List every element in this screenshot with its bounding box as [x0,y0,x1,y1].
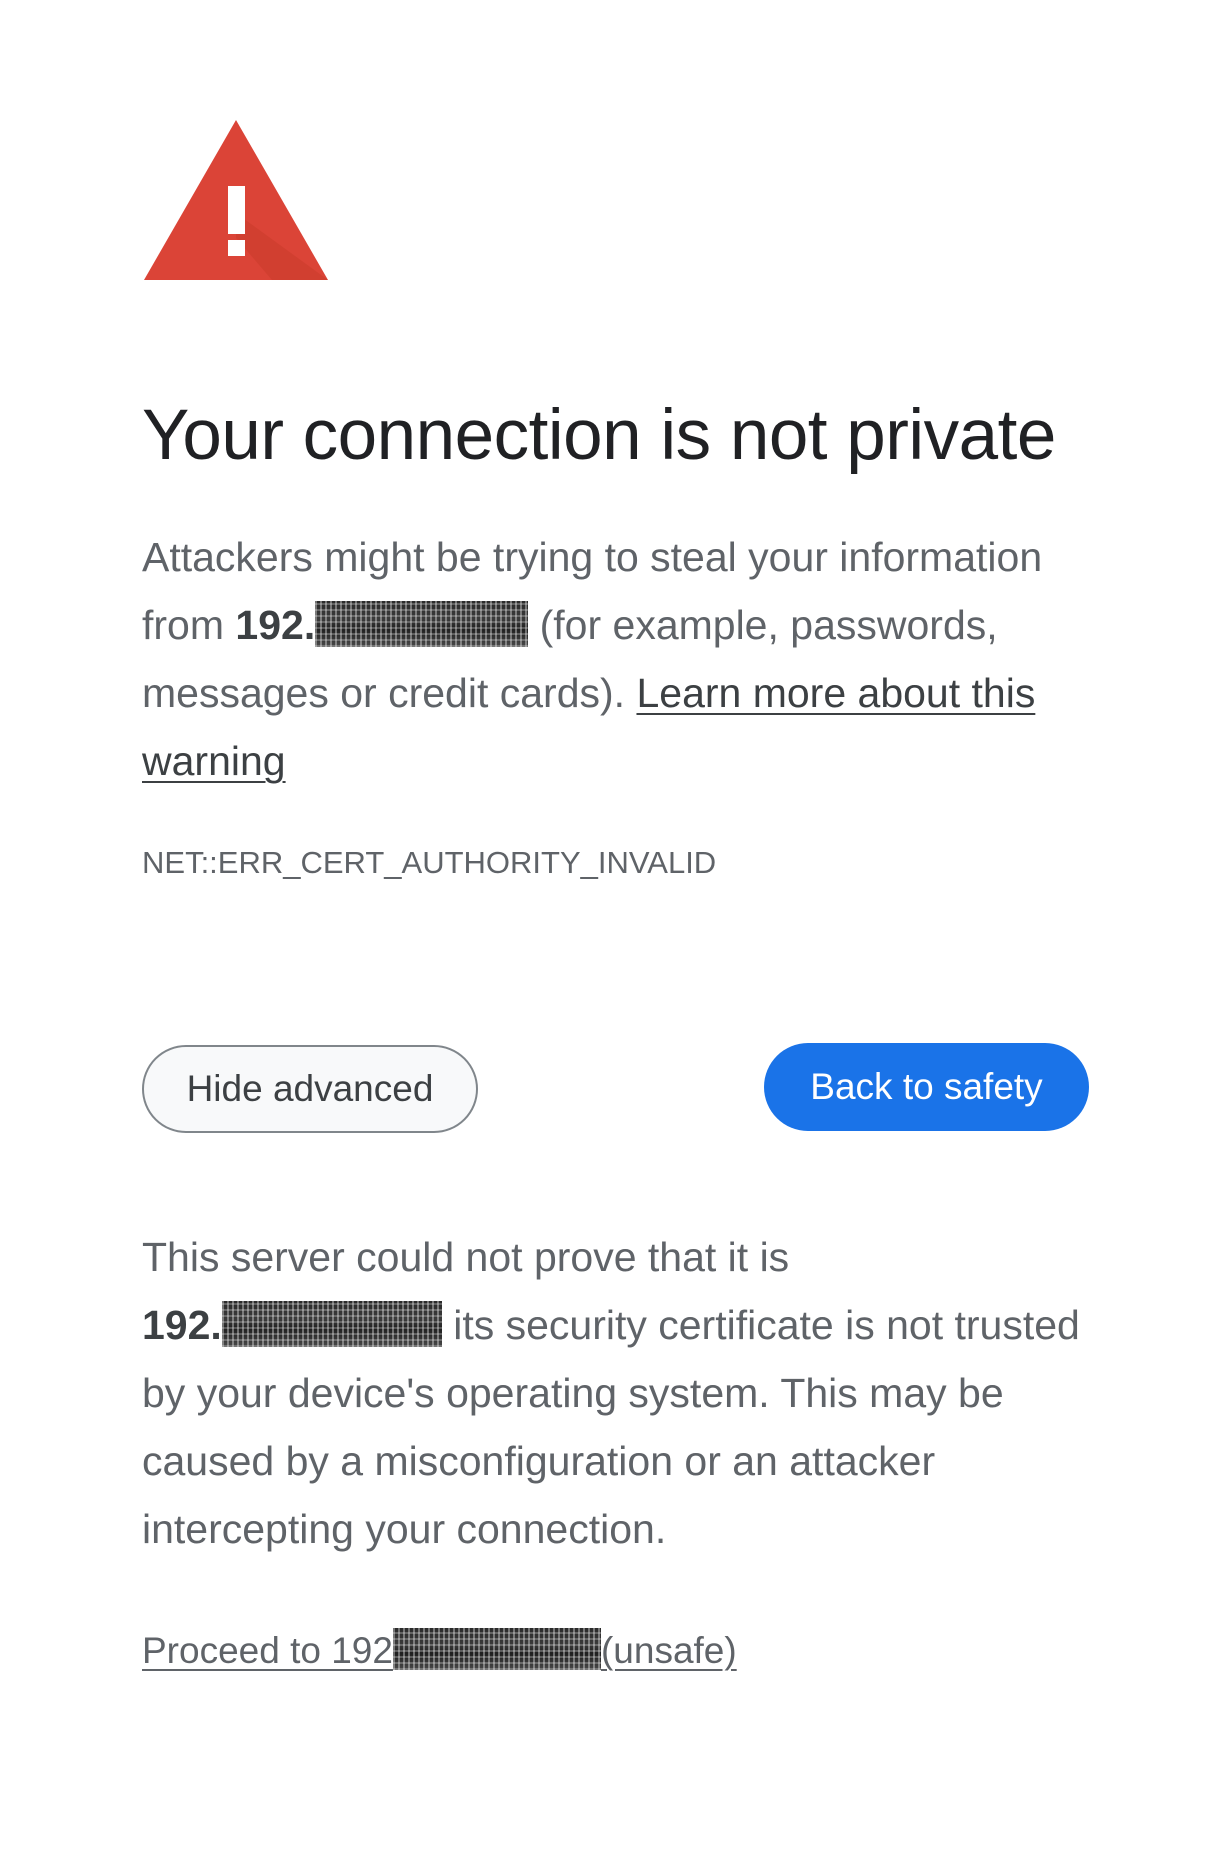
advanced-host-address: 192. [142,1302,222,1348]
redacted-host [315,601,529,648]
advanced-text-before-host: This server could not prove that it is [142,1234,790,1280]
redacted-host [221,1301,442,1348]
host-address: 192. [235,602,316,648]
proceed-link-prefix: Proceed to 192 [142,1630,393,1671]
page-title: Your connection is not private [142,396,1056,475]
error-code: NET::ERR_CERT_AUTHORITY_INVALID [142,845,717,880]
warning-description: Attackers might be trying to steal your … [142,523,1087,795]
proceed-unsafe-row: Proceed to 192 (unsafe) [142,1628,737,1672]
advanced-details: This server could not prove that it is 19… [142,1223,1087,1563]
proceed-link-suffix: (unsafe) [600,1630,737,1671]
warning-triangle-icon [142,118,330,283]
hide-advanced-button[interactable]: Hide advanced [142,1045,478,1133]
back-to-safety-button[interactable]: Back to safety [764,1043,1089,1131]
proceed-unsafe-link[interactable]: Proceed to 192 (unsafe) [142,1628,737,1671]
redacted-host [392,1628,601,1671]
